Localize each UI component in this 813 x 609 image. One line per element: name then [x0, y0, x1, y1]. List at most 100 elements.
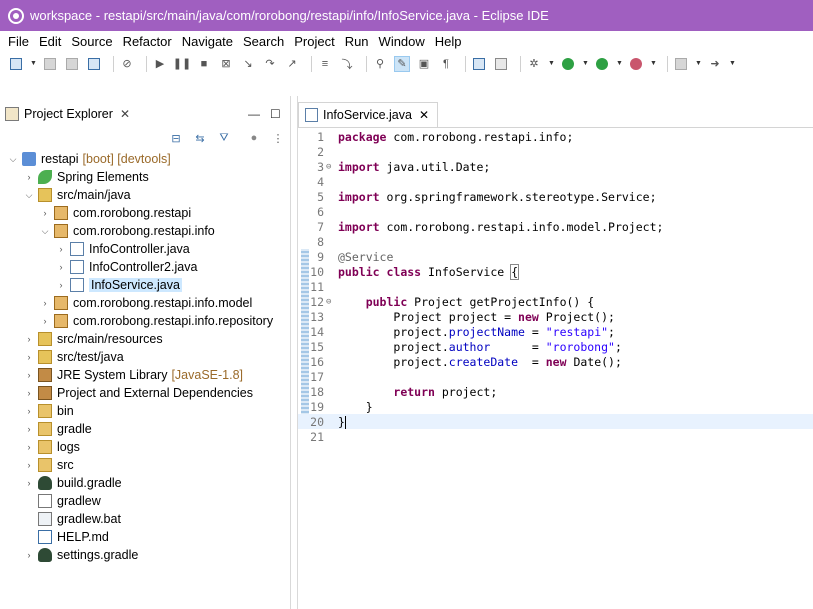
tree-item-help-md[interactable]: HELP.md — [24, 528, 109, 546]
code-line[interactable]: 19 } — [298, 399, 813, 414]
code-line[interactable]: 7 import com.rorobong.restapi.info.model.… — [298, 219, 813, 234]
run-icon[interactable] — [560, 56, 576, 72]
open-type-icon[interactable]: ⚲ — [372, 56, 388, 72]
focus-task-icon[interactable]: ● — [246, 130, 262, 146]
run-dropdown-icon[interactable]: ▼ — [582, 56, 589, 72]
chevron-down-icon[interactable]: ⌵ — [40, 226, 50, 237]
code-line[interactable]: 9 @Service — [298, 249, 813, 264]
code-line[interactable]: 15 project.author = "rorobong"; — [298, 339, 813, 354]
navigate-icon[interactable]: ➜ — [707, 56, 723, 72]
chevron-right-icon[interactable]: › — [24, 478, 34, 488]
step-over-icon[interactable]: ↷ — [262, 56, 278, 72]
stop-dropdown-icon[interactable]: ▼ — [695, 56, 702, 72]
save-all-icon[interactable] — [64, 56, 80, 72]
tree-item-src[interactable]: › src — [24, 456, 74, 474]
code-line[interactable]: 17 — [298, 369, 813, 384]
debug-icon[interactable]: ✲ — [526, 56, 542, 72]
code-line[interactable]: 6 — [298, 204, 813, 219]
code-line[interactable]: 13 Project project = new Project(); — [298, 309, 813, 324]
chevron-right-icon[interactable]: › — [24, 388, 34, 398]
menu-navigate[interactable]: Navigate — [182, 34, 233, 49]
chevron-right-icon[interactable]: › — [24, 172, 34, 182]
code-line[interactable]: 2 — [298, 144, 813, 159]
code-line[interactable]: 1 package com.rorobong.restapi.info; — [298, 129, 813, 144]
external-tools-icon[interactable] — [628, 56, 644, 72]
code-line[interactable]: 8 — [298, 234, 813, 249]
chevron-right-icon[interactable]: › — [24, 352, 34, 362]
show-whitespace-icon[interactable]: ¶ — [438, 56, 454, 72]
chevron-right-icon[interactable]: › — [24, 370, 34, 380]
code-line[interactable]: 12 ⊖ public Project getProjectInfo() { — [298, 294, 813, 309]
tree-item-infoservice[interactable]: › InfoService.java — [56, 276, 182, 294]
stop-icon[interactable] — [673, 56, 689, 72]
close-icon[interactable]: ✕ — [419, 108, 429, 122]
fold-toggle-icon[interactable]: ⊖ — [326, 162, 336, 172]
view-menu-icon[interactable]: ⋮ — [270, 130, 286, 146]
collapse-all-icon[interactable]: ⊟ — [168, 130, 184, 146]
code-line[interactable]: 3 ⊖ import java.util.Date; — [298, 159, 813, 174]
chevron-down-icon[interactable]: ⌵ — [8, 154, 18, 165]
toggle-block-selection-icon[interactable]: ▣ — [416, 56, 432, 72]
code-line[interactable]: 14 project.projectName = "restapi"; — [298, 324, 813, 339]
chevron-right-icon[interactable]: › — [40, 298, 50, 308]
menu-window[interactable]: Window — [379, 34, 425, 49]
menu-edit[interactable]: Edit — [39, 34, 61, 49]
tree-item-logs[interactable]: › logs — [24, 438, 80, 456]
maximize-button[interactable]: ☐ — [270, 107, 281, 121]
coverage-dropdown-icon[interactable]: ▼ — [616, 56, 623, 72]
menu-source[interactable]: Source — [71, 34, 112, 49]
code-line[interactable]: 4 — [298, 174, 813, 189]
coverage-icon[interactable] — [594, 56, 610, 72]
tree-item-gradle[interactable]: › gradle — [24, 420, 92, 438]
code-line[interactable]: 21 — [298, 429, 813, 444]
new-java-project-icon[interactable] — [471, 56, 487, 72]
debug-dropdown-icon[interactable]: ▼ — [548, 56, 555, 72]
tree-item-gradlew[interactable]: gradlew — [24, 492, 101, 510]
code-line[interactable]: 5 import org.springframework.stereotype.S… — [298, 189, 813, 204]
chevron-right-icon[interactable]: › — [24, 550, 34, 560]
chevron-right-icon[interactable]: › — [24, 460, 34, 470]
menu-project[interactable]: Project — [294, 34, 334, 49]
external-tools-dropdown-icon[interactable]: ▼ — [650, 56, 657, 72]
terminal-icon[interactable] — [86, 56, 102, 72]
chevron-right-icon[interactable]: › — [56, 244, 66, 254]
tree-item-jre-library[interactable]: › JRE System Library [JavaSE-1.8] — [24, 366, 243, 384]
new-icon[interactable] — [8, 56, 24, 72]
save-icon[interactable] — [42, 56, 58, 72]
editor-tab-infoservice[interactable]: InfoService.java ✕ — [298, 102, 438, 127]
menu-refactor[interactable]: Refactor — [123, 34, 172, 49]
chevron-right-icon[interactable]: › — [56, 280, 66, 290]
new-dropdown-icon[interactable]: ▼ — [30, 56, 37, 72]
drop-to-frame-icon[interactable]: ⤵ — [339, 56, 355, 72]
step-return-icon[interactable]: ↗ — [284, 56, 300, 72]
chevron-right-icon[interactable]: › — [40, 208, 50, 218]
chevron-right-icon[interactable]: › — [24, 424, 34, 434]
chevron-down-icon[interactable]: ⌵ — [24, 190, 34, 201]
tree-item-spring-elements[interactable]: › Spring Elements — [24, 168, 149, 186]
chevron-right-icon[interactable]: › — [24, 334, 34, 344]
tree-item-src-main-java[interactable]: ⌵ src/main/java — [24, 186, 131, 204]
chevron-right-icon[interactable]: › — [24, 406, 34, 416]
menu-run[interactable]: Run — [345, 34, 369, 49]
menu-search[interactable]: Search — [243, 34, 284, 49]
chevron-right-icon[interactable]: › — [24, 442, 34, 452]
tree-item-gradlew-bat[interactable]: gradlew.bat — [24, 510, 121, 528]
navigate-dropdown-icon[interactable]: ▼ — [729, 56, 736, 72]
terminate-icon[interactable]: ■ — [196, 56, 212, 72]
menu-file[interactable]: File — [8, 34, 29, 49]
project-explorer-tab[interactable]: Project Explorer ✕ — [0, 102, 130, 126]
mark-occurrences-icon[interactable]: ✎ — [394, 55, 410, 72]
tree-item-package-model[interactable]: › com.rorobong.restapi.info.model — [40, 294, 252, 312]
disconnect-icon[interactable]: ⊠ — [218, 56, 234, 72]
use-step-filters-icon[interactable]: ≡ — [317, 56, 333, 72]
tree-item-src-main-resources[interactable]: › src/main/resources — [24, 330, 163, 348]
tree-item-infocontroller[interactable]: › InfoController.java — [56, 240, 190, 258]
skip-breakpoints-icon[interactable]: ⊘ — [119, 56, 135, 72]
chevron-right-icon[interactable]: › — [56, 262, 66, 272]
tree-item-infocontroller2[interactable]: › InfoController2.java — [56, 258, 197, 276]
filter-icon[interactable]: ⛛ — [216, 130, 232, 146]
chevron-right-icon[interactable]: › — [40, 316, 50, 326]
tree-item-build-gradle[interactable]: › build.gradle — [24, 474, 122, 492]
step-into-icon[interactable]: ↘ — [240, 56, 256, 72]
code-line[interactable]: 20} — [298, 414, 813, 429]
